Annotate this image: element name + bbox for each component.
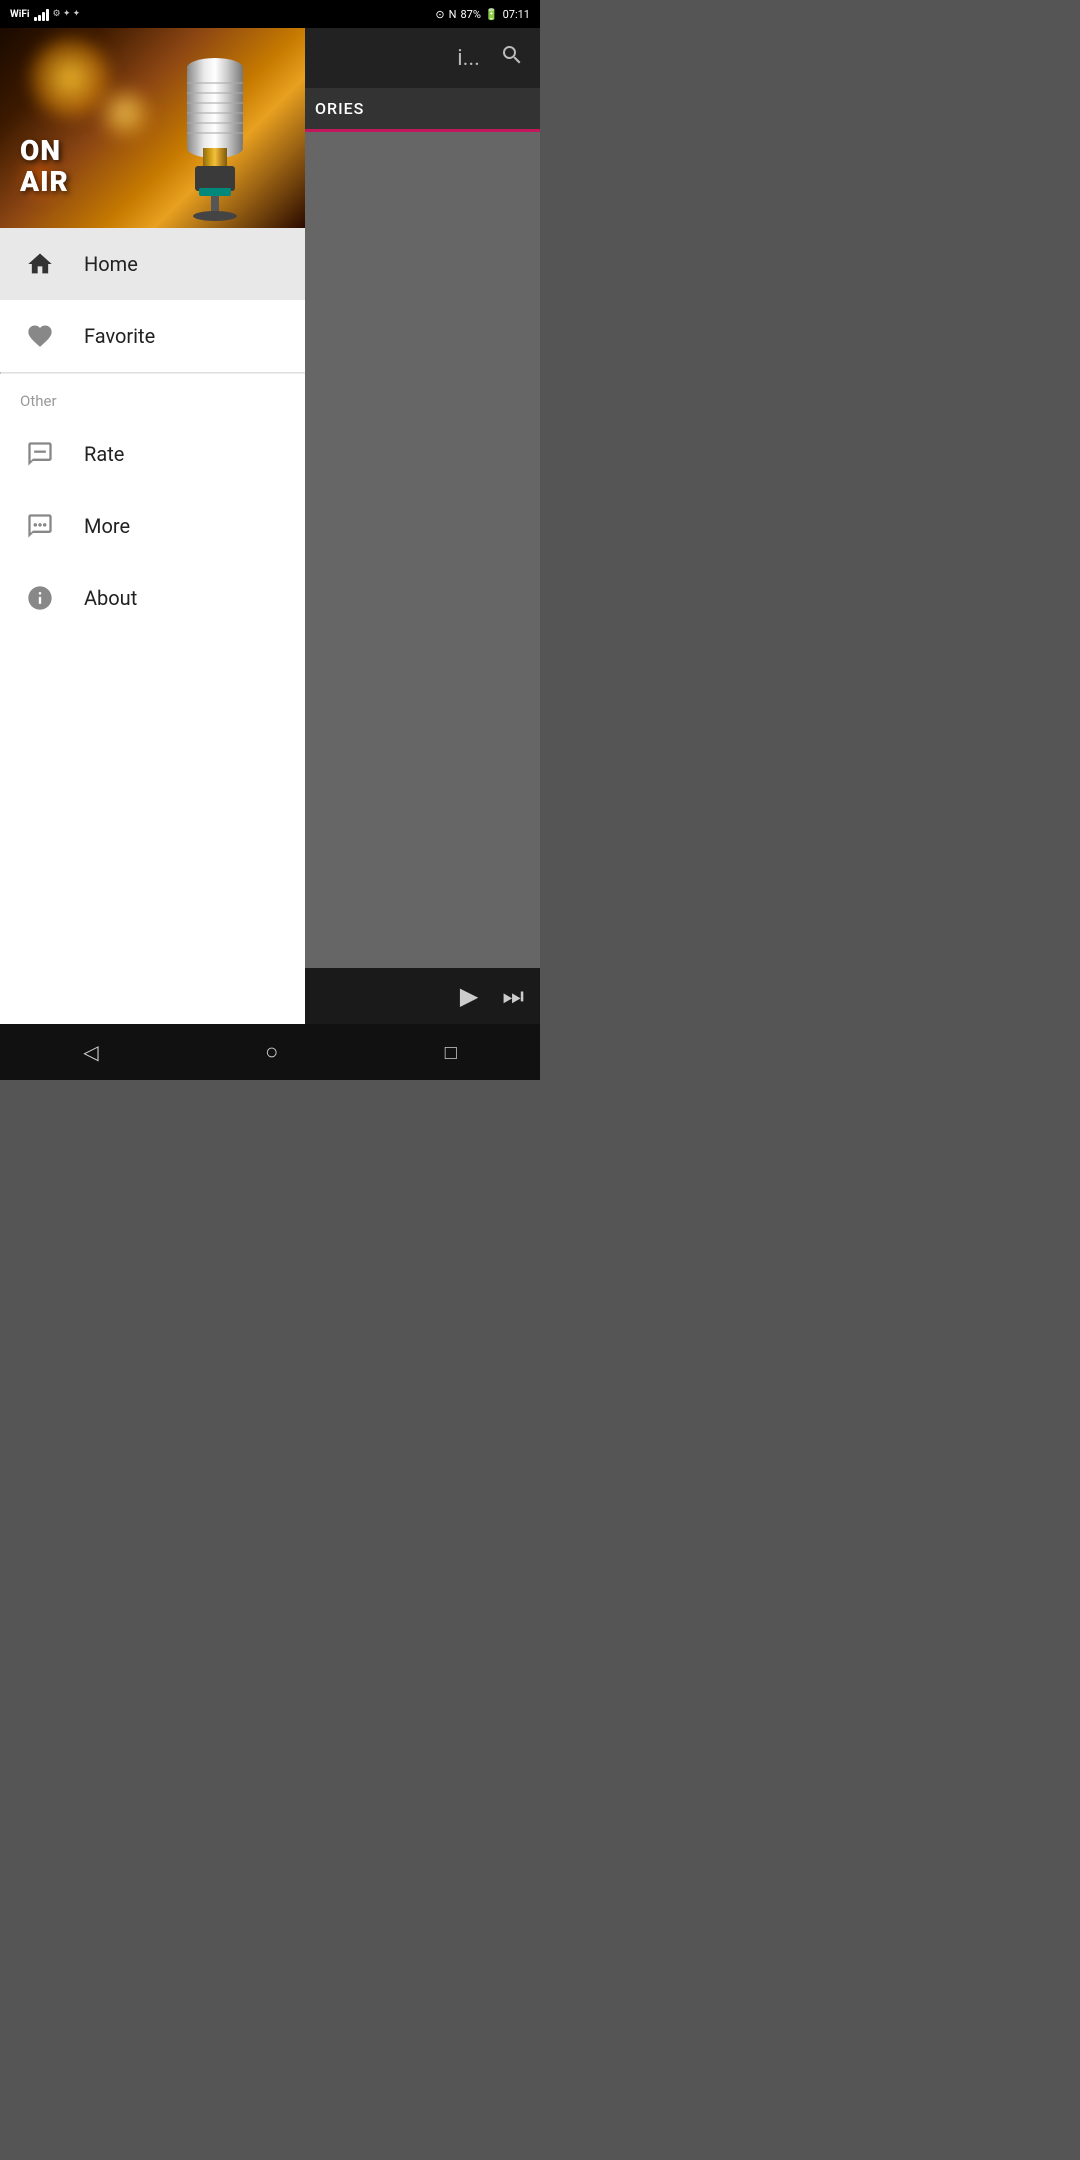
app-container: ON AIR Home Favorite Other (0, 28, 540, 1024)
signal-bar-2 (38, 15, 41, 21)
on-air-text: ON AIR (20, 136, 69, 198)
time-display: 07:11 (503, 8, 530, 21)
home-icon (20, 244, 60, 284)
title-ellipsis: i... (457, 46, 480, 71)
rate-label: Rate (84, 442, 124, 466)
battery-icon: 🔋 (485, 8, 499, 21)
rate-icon (20, 434, 60, 474)
home-label: Home (84, 252, 138, 276)
signal-bar-4 (46, 9, 49, 21)
favorite-label: Favorite (84, 324, 155, 348)
nav-item-home[interactable]: Home (0, 228, 305, 300)
main-header: i... (305, 28, 540, 88)
nav-item-more[interactable]: More (0, 490, 305, 562)
more-icon (20, 506, 60, 546)
home-button[interactable]: ○ (265, 1039, 278, 1065)
navigation-drawer: ON AIR Home Favorite Other (0, 28, 305, 1024)
status-left: WiFi ⚙ ✦ ✦ (10, 7, 80, 21)
other-section-header: Other (0, 374, 305, 418)
media-controls: ▶ ⏭ (305, 968, 540, 1024)
status-bar: WiFi ⚙ ✦ ✦ ⊙ N 87% 🔋 07:11 (0, 0, 540, 28)
bokeh-light-1 (30, 38, 110, 118)
signal-bar-3 (42, 12, 45, 21)
recents-button[interactable]: □ (445, 1040, 457, 1065)
wifi-icon: WiFi (10, 9, 30, 20)
categories-bar: ORIES (305, 88, 540, 132)
search-icon[interactable] (500, 43, 524, 73)
main-content (305, 132, 540, 1024)
nav-item-favorite[interactable]: Favorite (0, 300, 305, 372)
nav-item-rate[interactable]: Rate (0, 418, 305, 490)
microphone-image (155, 33, 275, 223)
nav-item-about[interactable]: About (0, 562, 305, 634)
signal-bar-1 (34, 17, 37, 21)
bokeh-light-2 (100, 88, 150, 138)
categories-label: ORIES (315, 99, 364, 118)
battery-percent: 87% (460, 8, 480, 21)
play-button[interactable]: ▶ (460, 982, 478, 1010)
about-icon (20, 578, 60, 618)
status-right: ⊙ N 87% 🔋 07:11 (435, 8, 530, 21)
system-nav-bar: ◁ ○ □ (0, 1024, 540, 1080)
hero-banner: ON AIR (0, 28, 305, 228)
nfc-icon: N (449, 8, 457, 21)
more-label: More (84, 514, 130, 538)
about-label: About (84, 586, 137, 610)
alarm-icon: ⊙ (435, 8, 444, 21)
extra-icons: ⚙ ✦ ✦ (53, 9, 81, 19)
forward-button[interactable]: ⏭ (502, 982, 524, 1010)
heart-icon (20, 316, 60, 356)
back-button[interactable]: ◁ (83, 1040, 98, 1064)
signal-bars (34, 7, 49, 21)
main-panel: i... ORIES ▶ ⏭ (305, 28, 540, 1024)
